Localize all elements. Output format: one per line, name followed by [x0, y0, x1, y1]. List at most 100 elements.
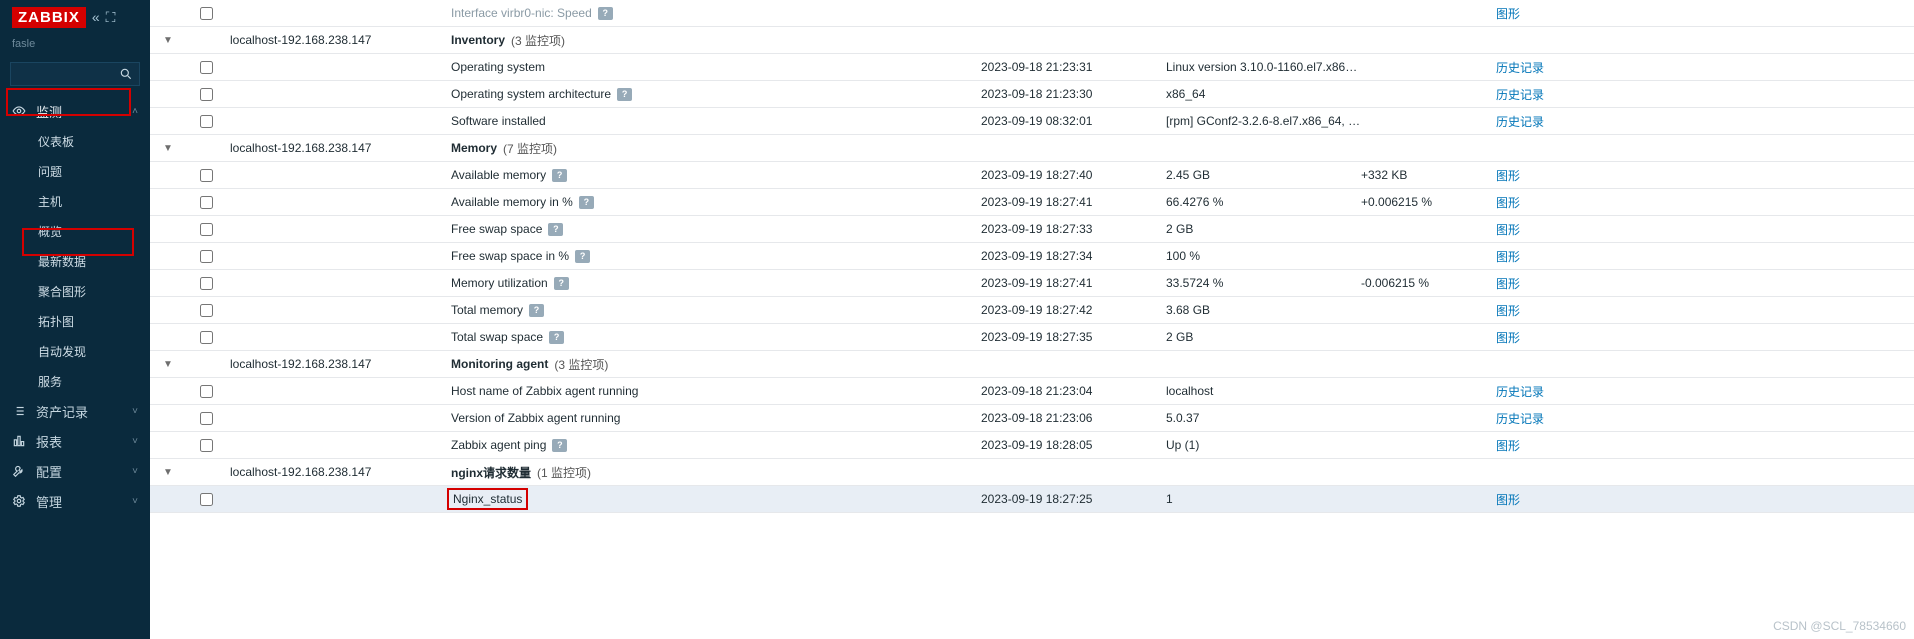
item-time: 2023-09-19 18:27:34 — [981, 249, 1166, 263]
item-value: 2.45 GB — [1166, 168, 1361, 182]
collapse-icon[interactable]: « — [92, 9, 100, 25]
nav-label: 资产记录 — [36, 402, 132, 421]
nav-subitem[interactable]: 最新数据 — [0, 246, 150, 276]
nav-subitem[interactable]: 概览 — [0, 216, 150, 246]
item-value: 5.0.37 — [1166, 411, 1361, 425]
nav-subitem[interactable]: 聚合图形 — [0, 276, 150, 306]
row-checkbox[interactable] — [200, 385, 213, 398]
collapse-icon[interactable]: ▼ — [163, 467, 173, 478]
logo: ZABBIX — [12, 7, 86, 28]
item-value: 3.68 GB — [1166, 303, 1361, 317]
row-checkbox[interactable] — [200, 196, 213, 209]
popout-icon[interactable]: ⛶ — [106, 9, 116, 26]
graph-link[interactable]: 图形 — [1496, 439, 1520, 453]
row-checkbox[interactable] — [200, 88, 213, 101]
table-row: Nginx_status2023-09-19 18:27:251图形 — [150, 486, 1914, 513]
graph-link[interactable]: 图形 — [1496, 250, 1520, 264]
nav-label: 管理 — [36, 492, 132, 511]
item-name: Version of Zabbix agent running — [451, 411, 620, 425]
item-time: 2023-09-19 18:27:35 — [981, 330, 1166, 344]
history-link[interactable]: 历史记录 — [1496, 115, 1544, 129]
row-checkbox[interactable] — [200, 223, 213, 236]
item-name: Operating system architecture — [451, 87, 611, 101]
help-icon[interactable]: ? — [529, 304, 544, 317]
help-icon[interactable]: ? — [549, 331, 564, 344]
nav-subitem[interactable]: 自动发现 — [0, 336, 150, 366]
row-checkbox[interactable] — [200, 7, 213, 20]
item-time: 2023-09-18 21:23:06 — [981, 411, 1166, 425]
collapse-icon[interactable]: ▼ — [163, 359, 173, 370]
row-checkbox[interactable] — [200, 493, 213, 506]
group-count: (3 监控项) — [511, 32, 565, 49]
table-row: ▼localhost-192.168.238.147nginx请求数量 (1 监… — [150, 459, 1914, 486]
chevron-icon: ˄ — [132, 106, 138, 117]
nav-section-eye[interactable]: 监测˄ — [0, 96, 150, 126]
graph-link[interactable]: 图形 — [1496, 331, 1520, 345]
help-icon[interactable]: ? — [548, 223, 563, 236]
group-count: (1 监控项) — [537, 464, 591, 481]
search-input[interactable] — [10, 62, 140, 86]
table-row: Operating system2023-09-18 21:23:31Linux… — [150, 54, 1914, 81]
item-name: Total memory — [451, 303, 523, 317]
item-time: 2023-09-19 18:27:33 — [981, 222, 1166, 236]
nav-subitem[interactable]: 服务 — [0, 366, 150, 396]
table-row: Version of Zabbix agent running 2023-09-1… — [150, 405, 1914, 432]
collapse-icon[interactable]: ▼ — [163, 35, 173, 46]
help-icon[interactable]: ? — [598, 7, 613, 20]
wrench-icon — [12, 464, 30, 478]
group-title: Monitoring agent — [451, 357, 548, 371]
table-row: Free swap space in %?2023-09-19 18:27:34… — [150, 243, 1914, 270]
search-icon — [119, 67, 133, 81]
row-checkbox[interactable] — [200, 277, 213, 290]
table-row: Total swap space?2023-09-19 18:27:352 GB… — [150, 324, 1914, 351]
history-link[interactable]: 历史记录 — [1496, 385, 1544, 399]
help-icon[interactable]: ? — [552, 439, 567, 452]
row-checkbox[interactable] — [200, 412, 213, 425]
item-time: 2023-09-18 21:23:30 — [981, 87, 1166, 101]
help-icon[interactable]: ? — [554, 277, 569, 290]
table-row: Total memory?2023-09-19 18:27:423.68 GB图… — [150, 297, 1914, 324]
row-checkbox[interactable] — [200, 331, 213, 344]
row-checkbox[interactable] — [200, 250, 213, 263]
nav-section-gear[interactable]: 管理˅ — [0, 486, 150, 516]
history-link[interactable]: 历史记录 — [1496, 61, 1544, 75]
help-icon[interactable]: ? — [617, 88, 632, 101]
graph-link[interactable]: 图形 — [1496, 277, 1520, 291]
nav-section-wrench[interactable]: 配置˅ — [0, 456, 150, 486]
help-icon[interactable]: ? — [575, 250, 590, 263]
history-link[interactable]: 历史记录 — [1496, 412, 1544, 426]
graph-link[interactable]: 图形 — [1496, 223, 1520, 237]
table-row: ▼localhost-192.168.238.147Monitoring age… — [150, 351, 1914, 378]
help-icon[interactable]: ? — [579, 196, 594, 209]
row-checkbox[interactable] — [200, 61, 213, 74]
group-title: nginx请求数量 — [451, 464, 531, 481]
graph-link[interactable]: 图形 — [1496, 7, 1520, 21]
chevron-icon: ˅ — [132, 466, 138, 477]
row-checkbox[interactable] — [200, 304, 213, 317]
row-checkbox[interactable] — [200, 169, 213, 182]
nav-section-list[interactable]: 资产记录˅ — [0, 396, 150, 426]
item-name: Available memory in % — [451, 195, 573, 209]
graph-link[interactable]: 图形 — [1496, 493, 1520, 507]
graph-link[interactable]: 图形 — [1496, 196, 1520, 210]
collapse-icon[interactable]: ▼ — [163, 143, 173, 154]
nav-section-bar[interactable]: 报表˅ — [0, 426, 150, 456]
item-time: 2023-09-19 18:28:05 — [981, 438, 1166, 452]
graph-link[interactable]: 图形 — [1496, 304, 1520, 318]
item-name: Host name of Zabbix agent running — [451, 384, 638, 398]
row-checkbox[interactable] — [200, 115, 213, 128]
sidebar: ZABBIX « ⛶ fasle 监测˄仪表板问题主机概览最新数据聚合图形拓扑图… — [0, 0, 150, 639]
item-value: localhost — [1166, 384, 1361, 398]
graph-link[interactable]: 图形 — [1496, 169, 1520, 183]
nav-subitem[interactable]: 主机 — [0, 186, 150, 216]
help-icon[interactable]: ? — [552, 169, 567, 182]
nav-subitem[interactable]: 仪表板 — [0, 126, 150, 156]
nav-subitem[interactable]: 拓扑图 — [0, 306, 150, 336]
history-link[interactable]: 历史记录 — [1496, 88, 1544, 102]
nav-subitem[interactable]: 问题 — [0, 156, 150, 186]
item-name: Software installed — [451, 114, 546, 128]
main-content: Interface virbr0-nic: Speed?图形▼localhost… — [150, 0, 1914, 639]
item-value: 1 — [1166, 492, 1361, 506]
table-row: Free swap space?2023-09-19 18:27:332 GB图… — [150, 216, 1914, 243]
row-checkbox[interactable] — [200, 439, 213, 452]
